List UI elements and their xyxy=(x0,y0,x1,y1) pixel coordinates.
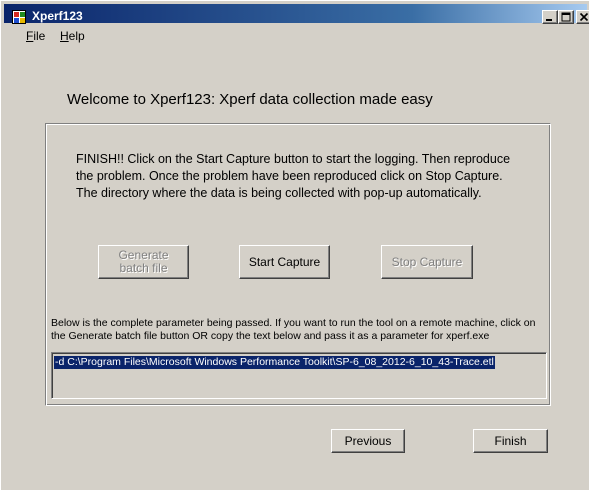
app-icon xyxy=(12,10,26,24)
finish-button[interactable]: Finish xyxy=(473,429,548,453)
instructions-text: FINISH!! Click on the Start Capture butt… xyxy=(76,152,511,200)
generate-batch-file-button[interactable]: Generate batch file xyxy=(98,245,189,279)
close-button[interactable] xyxy=(576,10,589,24)
maximize-button[interactable] xyxy=(558,10,574,24)
parameter-text-selected[interactable]: -d C:\Program Files\Microsoft Windows Pe… xyxy=(54,356,495,369)
capture-group-box: FINISH!! Click on the Start Capture butt… xyxy=(45,123,551,406)
parameter-description: Below is the complete parameter being pa… xyxy=(51,317,536,342)
start-capture-button[interactable]: Start Capture xyxy=(239,245,330,279)
menu-file-label: ile xyxy=(33,29,46,43)
minimize-icon xyxy=(546,19,552,21)
stop-capture-button[interactable]: Stop Capture xyxy=(381,245,473,279)
previous-button[interactable]: Previous xyxy=(331,429,405,453)
menu-help[interactable]: Help xyxy=(60,29,85,43)
window-title: Xperf123 xyxy=(32,9,83,23)
title-bar[interactable]: Xperf123 xyxy=(4,4,589,24)
main-window: Xperf123 File Help Welcome to Xperf123: … xyxy=(0,0,589,490)
maximize-icon xyxy=(561,12,571,22)
menu-help-mnemonic: H xyxy=(60,29,69,43)
menu-file[interactable]: File xyxy=(26,29,45,43)
menu-help-label: elp xyxy=(68,29,85,43)
minimize-button[interactable] xyxy=(542,10,558,24)
close-icon xyxy=(579,12,589,22)
parameter-textbox[interactable]: -d C:\Program Files\Microsoft Windows Pe… xyxy=(51,352,547,399)
welcome-heading: Welcome to Xperf123: Xperf data collecti… xyxy=(67,91,433,108)
menu-bar: File Help xyxy=(4,26,587,46)
